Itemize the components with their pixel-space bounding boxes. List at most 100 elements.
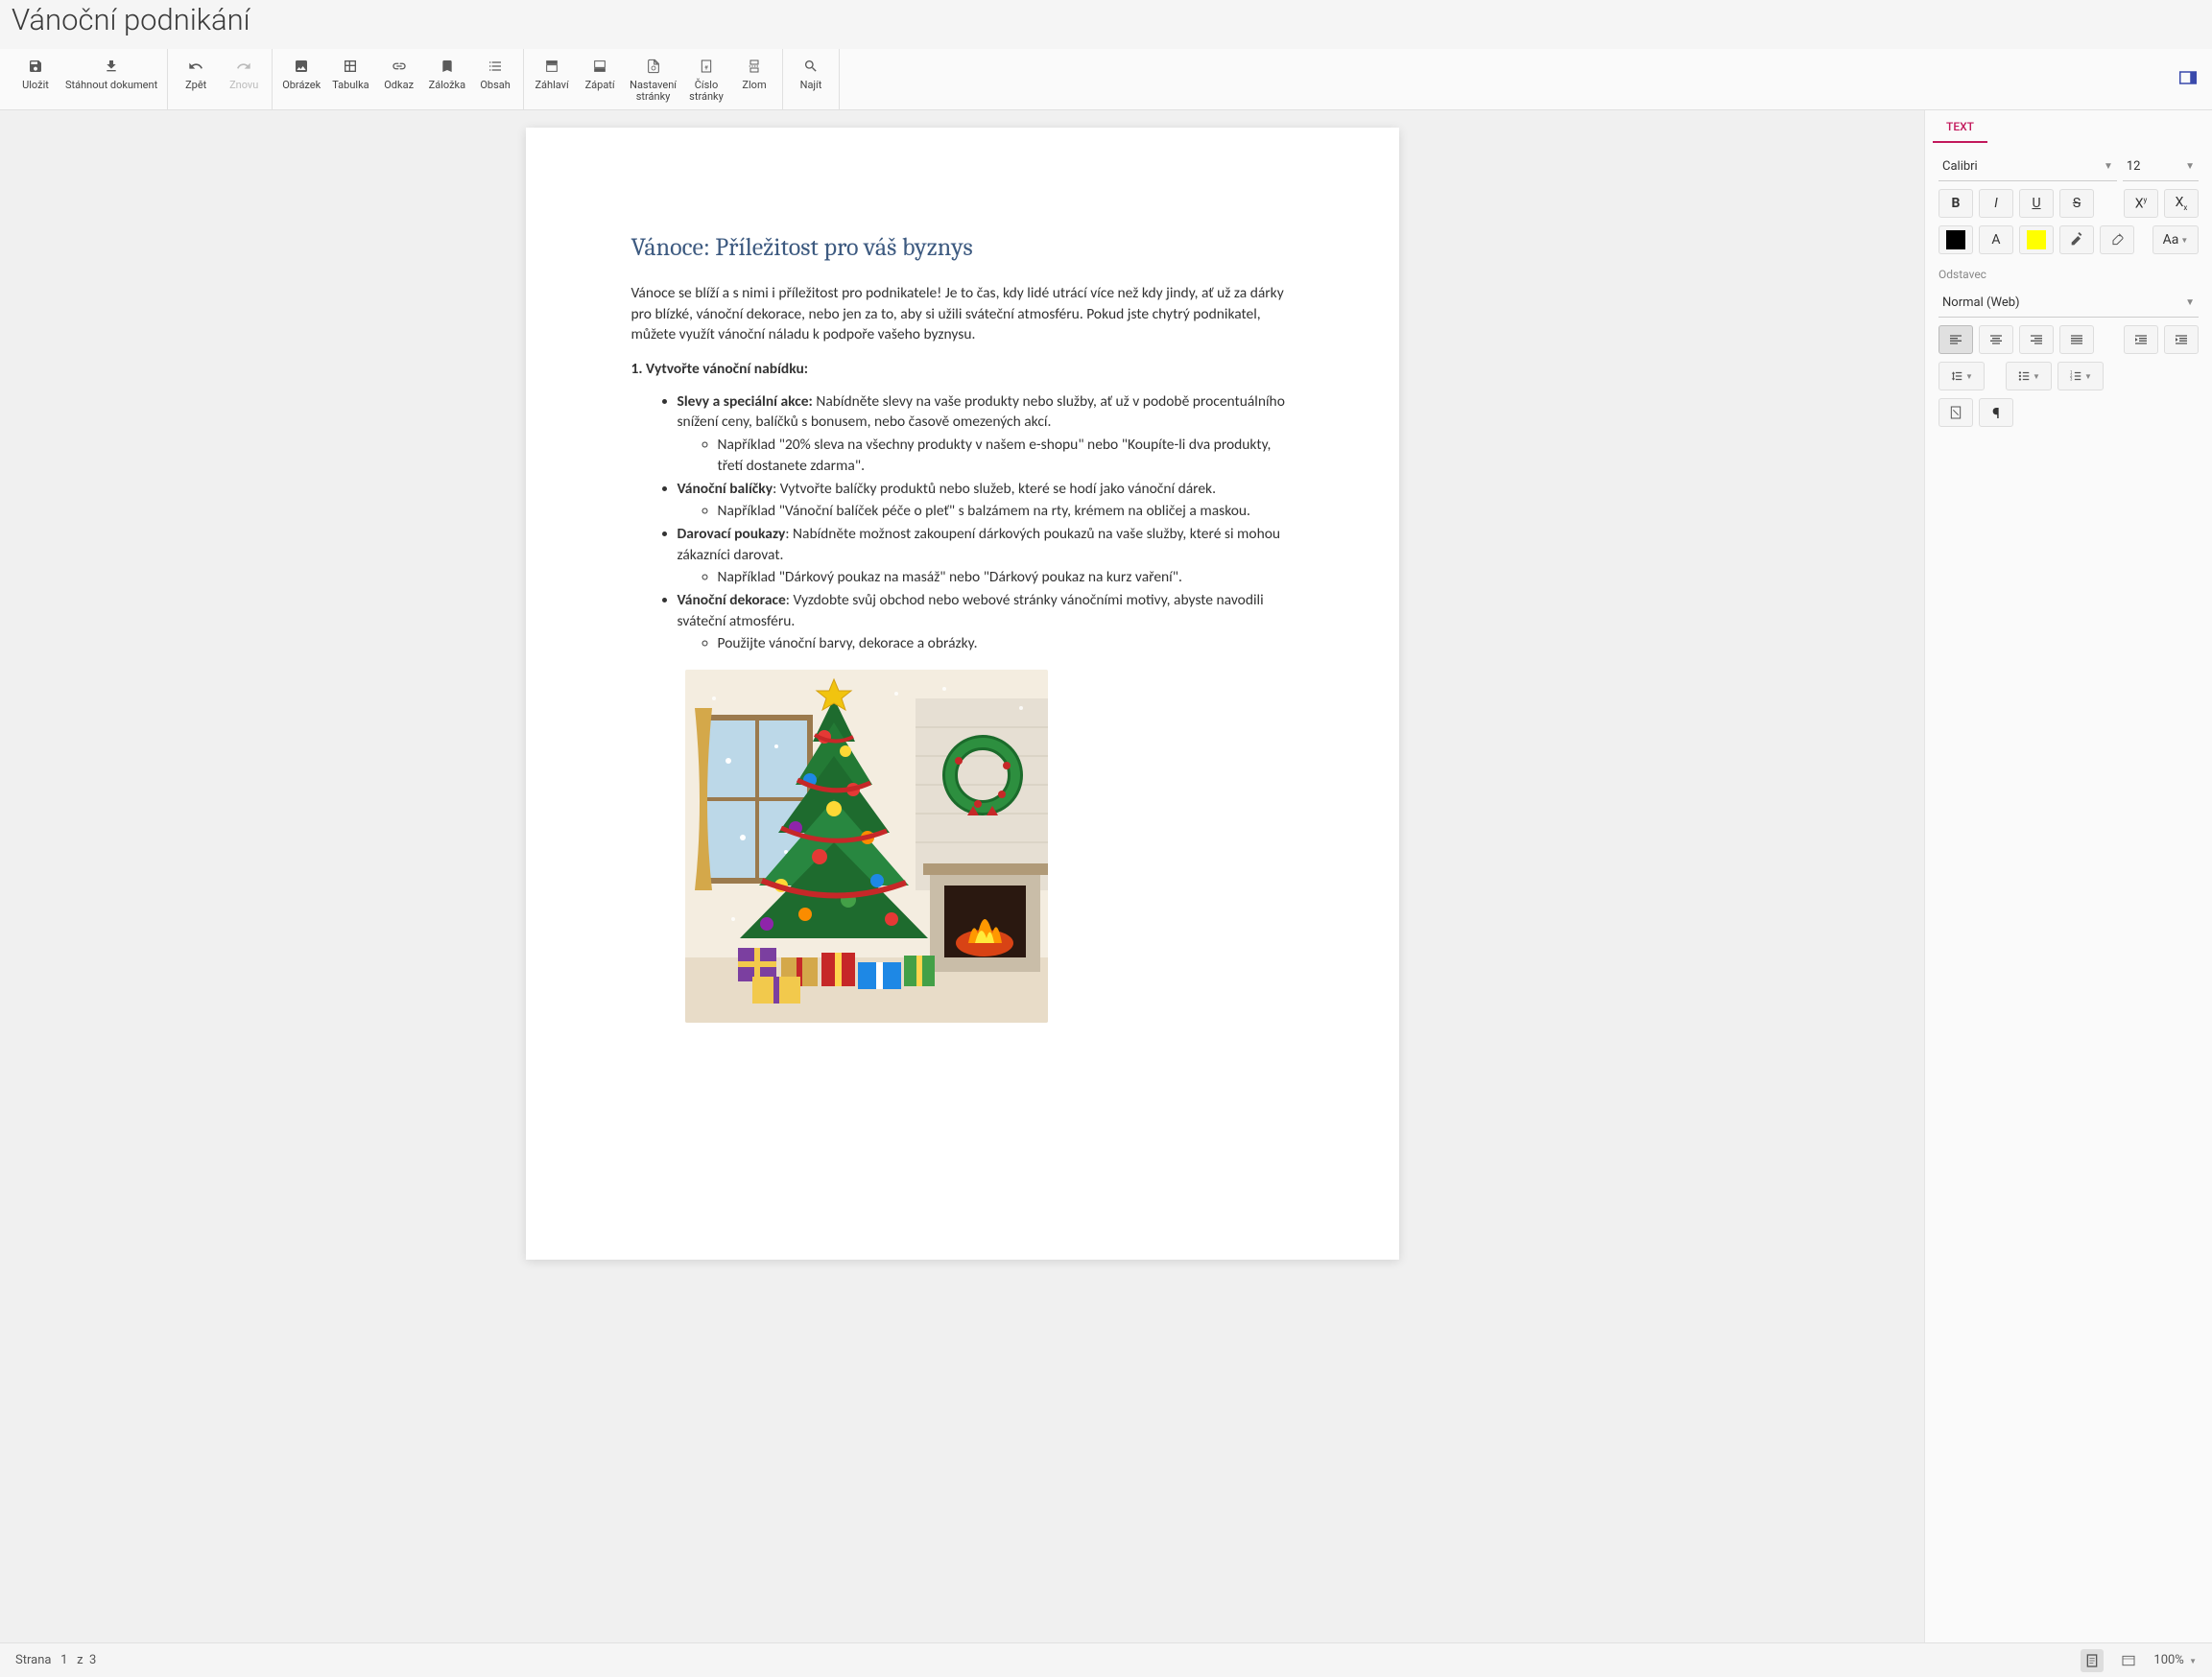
- clear-paragraph-button[interactable]: [1938, 398, 1973, 427]
- paragraph-style-select[interactable]: Normal (Web)▼: [1938, 289, 2199, 318]
- view-mode-web-button[interactable]: [2117, 1649, 2140, 1672]
- italic-icon: I: [1994, 196, 1998, 211]
- sublist-item[interactable]: Například "Dárkový poukaz na masáž" nebo…: [718, 567, 1294, 588]
- align-left-button[interactable]: [1938, 325, 1973, 354]
- font-color-icon: A: [1991, 232, 2000, 248]
- bookmark-button[interactable]: Záložka: [423, 49, 471, 109]
- toc-button[interactable]: Obsah: [471, 49, 519, 109]
- strike-icon: S: [2073, 196, 2081, 211]
- numbered-list-button[interactable]: 123▼: [2057, 362, 2104, 390]
- font-family-value: Calibri: [1942, 159, 1978, 174]
- footer-button[interactable]: Zápatí: [576, 49, 624, 109]
- subscript-icon: Xx: [2176, 195, 2188, 212]
- main-list[interactable]: Slevy a speciální akce: Nabídněte slevy …: [631, 391, 1294, 654]
- align-center-button[interactable]: [1979, 325, 2013, 354]
- image-button[interactable]: Obrázek: [276, 49, 326, 109]
- indent-decrease-button[interactable]: [2124, 325, 2158, 354]
- redo-button[interactable]: Znovu: [220, 49, 268, 109]
- image-label: Obrázek: [282, 80, 321, 91]
- bold-icon: B: [1952, 196, 1961, 211]
- pilcrow-icon: ¶: [1992, 404, 2000, 422]
- chevron-down-icon: ▼: [2185, 161, 2195, 172]
- break-button[interactable]: Zlom: [730, 49, 778, 109]
- font-color-swatch[interactable]: [1938, 225, 1973, 254]
- toc-label: Obsah: [480, 80, 510, 91]
- table-button[interactable]: Tabulka: [326, 49, 374, 109]
- list-item-bold: Vánoční dekorace: [678, 591, 786, 609]
- panel-toggle-button[interactable]: [2179, 70, 2197, 88]
- chevron-down-icon: ▼: [2185, 297, 2195, 308]
- highlight-color-swatch[interactable]: [2019, 225, 2054, 254]
- page-of: z: [77, 1653, 83, 1667]
- document-heading[interactable]: Vánoce: Příležitost pro váš byznys: [631, 233, 1294, 262]
- editor-viewport[interactable]: Vánoce: Příležitost pro váš byznys Vánoc…: [0, 110, 1924, 1642]
- page-setup-button[interactable]: Nastavení stránky: [624, 49, 682, 109]
- sublist-item[interactable]: Například "Vánoční balíček péče o pleť" …: [718, 501, 1294, 522]
- section-heading[interactable]: 1. Vytvořte vánoční nabídku:: [631, 359, 1294, 380]
- strikethrough-button[interactable]: S: [2059, 189, 2094, 218]
- bullet-list-button[interactable]: ▼: [2006, 362, 2052, 390]
- list-item[interactable]: Darovací poukazy: Nabídněte možnost zako…: [678, 524, 1294, 588]
- page-number-icon: #: [699, 57, 714, 76]
- font-family-select[interactable]: Calibri ▼: [1938, 153, 2117, 181]
- sidebar-tab-text[interactable]: TEXT: [1933, 110, 1987, 143]
- document-page[interactable]: Vánoce: Příležitost pro váš byznys Vánoc…: [526, 128, 1399, 1260]
- save-button[interactable]: Uložit: [12, 49, 59, 109]
- undo-button[interactable]: Zpět: [172, 49, 220, 109]
- align-right-button[interactable]: [2019, 325, 2054, 354]
- bold-button[interactable]: B: [1938, 189, 1973, 218]
- page-current: 1: [60, 1653, 67, 1667]
- italic-button[interactable]: I: [1979, 189, 2013, 218]
- list-item-text: : Vytvořte balíčky produktů nebo služeb,…: [773, 480, 1216, 498]
- align-justify-button[interactable]: [2059, 325, 2094, 354]
- sublist-item[interactable]: Použijte vánoční barvy, dekorace a obráz…: [718, 633, 1294, 654]
- list-item[interactable]: Vánoční dekorace: Vyzdobte svůj obchod n…: [678, 590, 1294, 654]
- header-button[interactable]: Záhlaví: [528, 49, 576, 109]
- subscript-button[interactable]: Xx: [2164, 189, 2199, 218]
- table-icon: [343, 57, 358, 76]
- align-left-icon: [1948, 332, 1963, 347]
- find-button[interactable]: Najít: [787, 49, 835, 109]
- chevron-down-icon: ▼: [2084, 372, 2092, 381]
- underline-button[interactable]: U: [2019, 189, 2054, 218]
- list-item[interactable]: Slevy a speciální akce: Nabídněte slevy …: [678, 391, 1294, 477]
- page-number-button[interactable]: # Číslo stránky: [682, 49, 730, 109]
- superscript-button[interactable]: Xy: [2124, 189, 2158, 218]
- svg-text:3: 3: [2070, 377, 2073, 382]
- panel-toggle-icon: [2179, 71, 2197, 84]
- show-paragraph-marks-button[interactable]: ¶: [1979, 398, 2013, 427]
- redo-icon: [236, 57, 251, 76]
- page-break-icon: [747, 57, 762, 76]
- indent-increase-button[interactable]: [2164, 325, 2199, 354]
- chevron-down-icon: ▼: [2180, 236, 2188, 245]
- clear-format-button[interactable]: [2100, 225, 2134, 254]
- text-case-button[interactable]: Aa▼: [2153, 225, 2199, 254]
- zoom-value: 100%: [2153, 1653, 2183, 1667]
- page-label: Strana: [15, 1653, 51, 1667]
- page-status: Strana 1 z 3: [15, 1653, 96, 1667]
- table-label: Tabulka: [332, 80, 369, 91]
- sublist-item[interactable]: Například "20% sleva na všechny produkty…: [718, 435, 1294, 476]
- view-mode-page-button[interactable]: [2081, 1649, 2104, 1672]
- list-item[interactable]: Vánoční balíčky: Vytvořte balíčky produk…: [678, 479, 1294, 522]
- link-icon: [392, 57, 407, 76]
- line-spacing-button[interactable]: ▼: [1938, 362, 1985, 390]
- download-button[interactable]: Stáhnout dokument: [59, 49, 163, 109]
- intro-paragraph[interactable]: Vánoce se blíží a s nimi i příležitost p…: [631, 283, 1294, 345]
- document-image[interactable]: [685, 670, 1048, 1023]
- header-icon: [544, 57, 559, 76]
- document-body[interactable]: Vánoce se blíží a s nimi i příležitost p…: [631, 283, 1294, 1023]
- search-icon: [803, 57, 819, 76]
- yellow-swatch: [2027, 230, 2046, 249]
- case-icon: Aa: [2163, 232, 2179, 248]
- chevron-down-icon: ▼: [2104, 161, 2113, 172]
- font-size-select[interactable]: 12▼: [2123, 153, 2199, 181]
- link-button[interactable]: Odkaz: [375, 49, 423, 109]
- line-spacing-icon: [1950, 368, 1963, 384]
- font-color-button[interactable]: A: [1979, 225, 2013, 254]
- zoom-control[interactable]: 100% ▼: [2153, 1653, 2197, 1667]
- undo-label: Zpět: [185, 80, 206, 91]
- clear-page-icon: [1948, 405, 1963, 420]
- footer-label: Zápatí: [585, 80, 615, 91]
- highlight-button[interactable]: [2059, 225, 2094, 254]
